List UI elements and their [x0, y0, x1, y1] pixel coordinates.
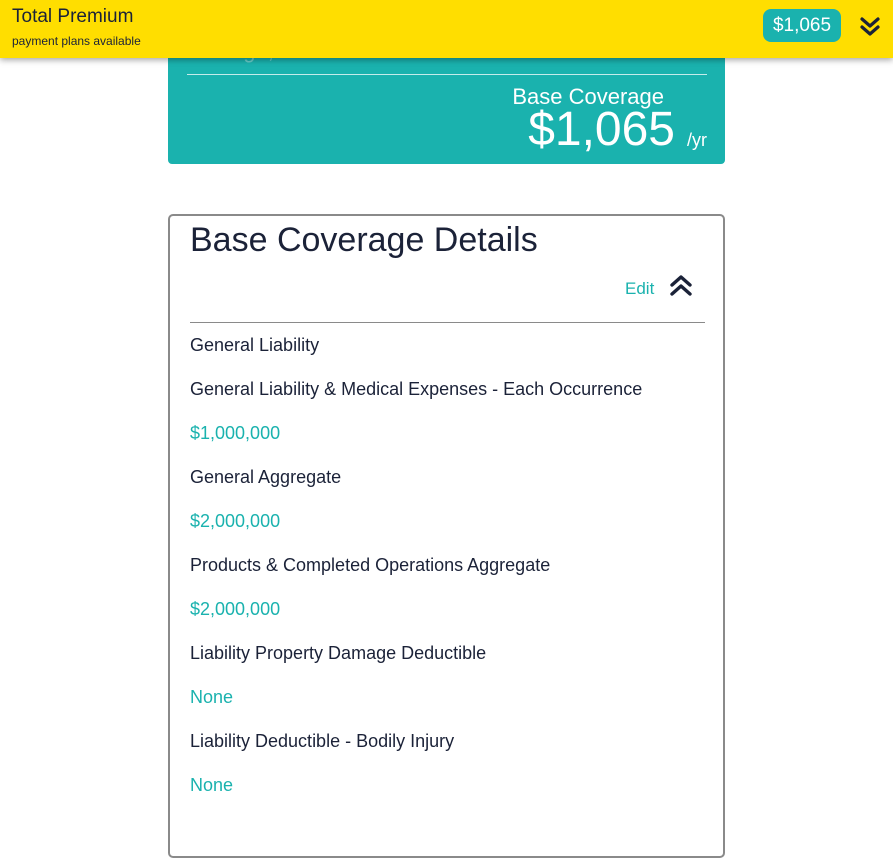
premium-amount-badge[interactable]: $1,065: [763, 9, 841, 42]
coverage-details-list: General Liability General Liability & Me…: [190, 330, 705, 814]
edit-coverage-link[interactable]: Edit: [625, 279, 654, 299]
coverage-value-general-aggregate: $2,000,000: [190, 511, 281, 531]
double-chevron-up-icon[interactable]: [669, 274, 693, 298]
details-divider: [190, 322, 705, 323]
coverage-label-bodily-injury-deductible: Liability Deductible - Bodily Injury: [190, 731, 455, 751]
coverage-label-general-liability: General Liability: [190, 335, 320, 355]
coverage-label-property-damage-deductible: Liability Property Damage Deductible: [190, 643, 487, 663]
coverage-label-each-occurrence: General Liability & Medical Expenses - E…: [190, 379, 643, 399]
double-chevron-down-icon[interactable]: [857, 14, 883, 40]
coverage-value-property-damage-deductible: None: [190, 687, 234, 707]
header-title: Total Premium: [12, 6, 134, 27]
coverage-value-bodily-injury-deductible: None: [190, 775, 234, 795]
coverage-label-products-aggregate: Products & Completed Operations Aggregat…: [190, 555, 551, 575]
summary-divider: [187, 74, 707, 75]
billing-period: /yr: [687, 130, 707, 150]
header-subtitle: payment plans available: [12, 34, 141, 48]
coverage-value-each-occurrence: $1,000,000: [190, 423, 281, 443]
coverage-label-general-aggregate: General Aggregate: [190, 467, 342, 487]
base-coverage-details-card: Base Coverage Details Edit General Liabi…: [168, 214, 725, 858]
details-title: Base Coverage Details: [190, 221, 538, 259]
premium-header: Total Premium payment plans available $1…: [0, 0, 893, 58]
coverage-value-products-aggregate: $2,000,000: [190, 599, 281, 619]
base-coverage-amount: $1,065: [528, 103, 675, 156]
